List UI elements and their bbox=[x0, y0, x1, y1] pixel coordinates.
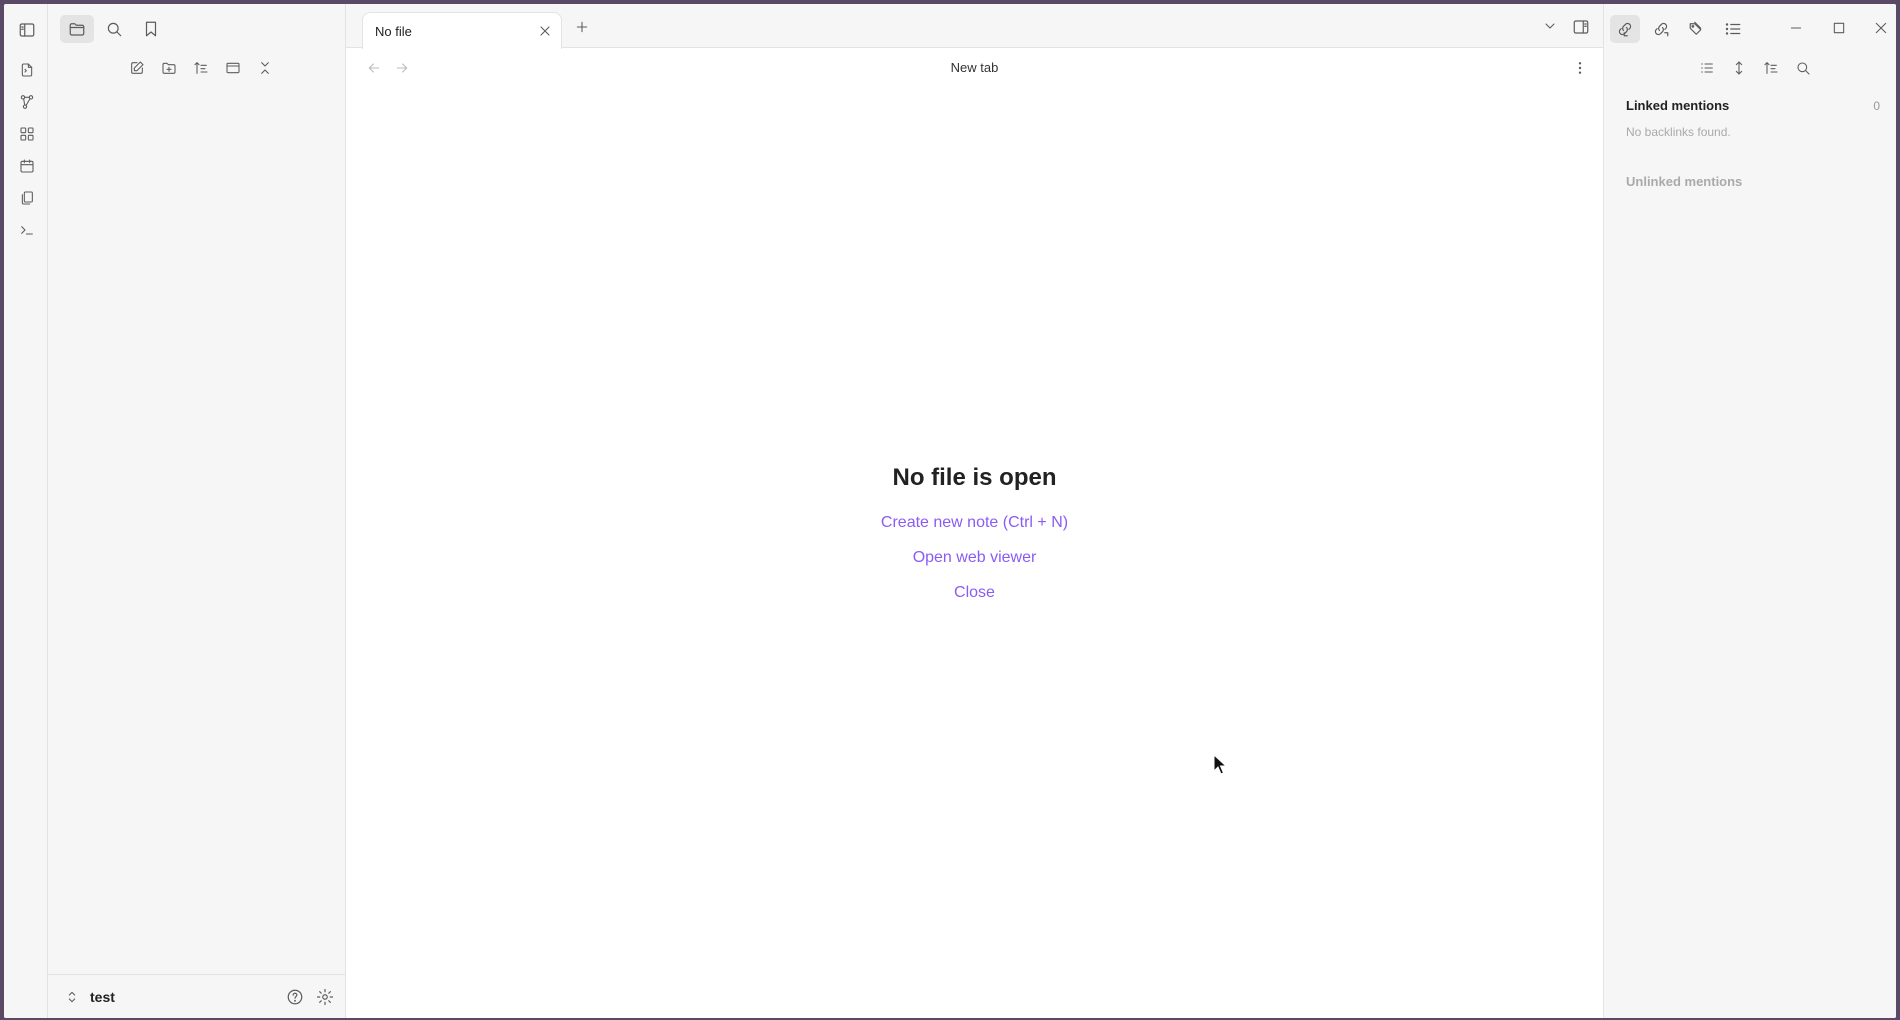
left-sidebar: test bbox=[48, 4, 346, 1018]
files-tab[interactable] bbox=[60, 15, 94, 43]
window-close-icon bbox=[1873, 20, 1889, 36]
new-tab-plus-icon[interactable] bbox=[574, 19, 590, 35]
search-icon bbox=[105, 20, 123, 38]
backlinks-icon bbox=[1616, 20, 1634, 38]
search-backlinks-button[interactable] bbox=[1791, 56, 1815, 80]
new-note-icon bbox=[129, 60, 145, 76]
vault-name: test bbox=[90, 989, 115, 1005]
folder-icon bbox=[68, 20, 86, 38]
window-close-button[interactable] bbox=[1866, 16, 1896, 40]
list-icon bbox=[1699, 60, 1715, 76]
mouse-cursor-icon bbox=[1213, 754, 1229, 776]
outline-tab[interactable] bbox=[1718, 15, 1748, 43]
calendar-icon[interactable] bbox=[17, 156, 37, 176]
create-new-note-link[interactable]: Create new note (Ctrl + N) bbox=[346, 514, 1603, 532]
close-icon[interactable] bbox=[537, 23, 553, 39]
sort-backlinks-button[interactable] bbox=[1759, 56, 1783, 80]
auto-reveal-button[interactable] bbox=[221, 56, 245, 80]
minimize-icon bbox=[1788, 20, 1804, 36]
collapse-results-button[interactable] bbox=[1695, 56, 1719, 80]
sort-button[interactable] bbox=[189, 56, 213, 80]
bookmarks-tab[interactable] bbox=[134, 15, 168, 43]
maximize-button[interactable] bbox=[1824, 16, 1854, 40]
backlinks-tab[interactable] bbox=[1610, 15, 1640, 43]
quick-switcher-icon[interactable] bbox=[17, 60, 37, 80]
templates-icon[interactable] bbox=[17, 188, 37, 208]
sort-icon bbox=[193, 60, 209, 76]
search-icon bbox=[1795, 60, 1811, 76]
help-icon[interactable] bbox=[286, 988, 304, 1006]
bookmark-icon bbox=[142, 20, 160, 38]
tab-bar: No file bbox=[346, 4, 1603, 49]
tab-title: No file bbox=[375, 24, 412, 39]
toggle-left-sidebar-icon[interactable] bbox=[17, 20, 37, 40]
open-web-viewer-link[interactable]: Open web viewer bbox=[346, 549, 1603, 567]
view-title: New tab bbox=[950, 60, 999, 75]
tab-active[interactable]: No file bbox=[362, 12, 562, 49]
outgoing-links-icon bbox=[1652, 20, 1670, 38]
chevron-updown-icon bbox=[64, 989, 80, 1005]
minimize-button[interactable] bbox=[1781, 16, 1811, 40]
canvas-icon[interactable] bbox=[17, 124, 37, 144]
sort-icon bbox=[1763, 60, 1779, 76]
graph-icon[interactable] bbox=[17, 92, 37, 112]
new-folder-icon bbox=[161, 60, 177, 76]
main-editor-area: No file New tab No file is open Create n… bbox=[346, 4, 1603, 1018]
right-sidebar-tabs bbox=[1604, 4, 1896, 48]
view-header: New tab bbox=[346, 48, 1603, 88]
more-options-icon[interactable] bbox=[1572, 60, 1588, 76]
ribbon bbox=[4, 4, 48, 1018]
collapse-all-icon bbox=[257, 60, 273, 76]
expand-icon bbox=[1731, 60, 1747, 76]
empty-state: No file is open Create new note (Ctrl + … bbox=[346, 464, 1603, 619]
no-backlinks-message: No backlinks found. bbox=[1626, 125, 1731, 139]
maximize-icon bbox=[1831, 20, 1847, 36]
settings-gear-icon[interactable] bbox=[316, 988, 334, 1006]
new-folder-button[interactable] bbox=[157, 56, 181, 80]
close-link[interactable]: Close bbox=[346, 584, 1603, 602]
tab-list-chevron-down-icon[interactable] bbox=[1542, 18, 1558, 34]
collapse-panel-icon bbox=[225, 60, 241, 76]
tags-icon bbox=[1688, 20, 1706, 38]
app-window: test No file New tab No file is open Cre… bbox=[4, 4, 1896, 1018]
collapse-all-button[interactable] bbox=[253, 56, 277, 80]
show-more-context-button[interactable] bbox=[1727, 56, 1751, 80]
new-note-button[interactable] bbox=[125, 56, 149, 80]
vault-switcher[interactable]: test bbox=[48, 974, 346, 1018]
outgoing-links-tab[interactable] bbox=[1646, 15, 1676, 43]
terminal-icon[interactable] bbox=[17, 220, 37, 240]
unlinked-mentions-title[interactable]: Unlinked mentions bbox=[1626, 174, 1742, 189]
linked-mentions-count: 0 bbox=[1873, 99, 1880, 113]
linked-mentions-title[interactable]: Linked mentions bbox=[1626, 98, 1729, 113]
right-sidebar: Linked mentions 0 No backlinks found. Un… bbox=[1603, 4, 1896, 1018]
toggle-right-sidebar-icon[interactable] bbox=[1572, 18, 1590, 36]
empty-state-heading: No file is open bbox=[892, 464, 1057, 491]
tags-tab[interactable] bbox=[1682, 15, 1712, 43]
outline-icon bbox=[1724, 20, 1742, 38]
search-tab[interactable] bbox=[97, 15, 131, 43]
